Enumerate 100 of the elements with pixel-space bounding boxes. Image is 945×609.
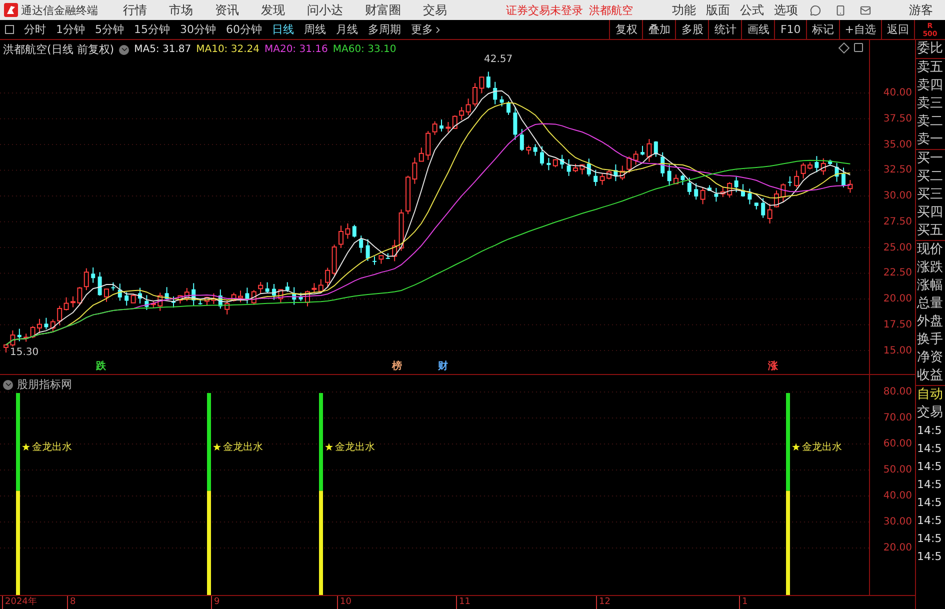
candlestick bbox=[694, 182, 698, 200]
square-icon[interactable] bbox=[854, 43, 864, 52]
period-tab[interactable]: 1分钟 bbox=[51, 22, 90, 37]
menu-item[interactable]: 行情 bbox=[123, 2, 147, 18]
period-tab[interactable]: 更多 bbox=[406, 22, 448, 37]
candlestick bbox=[720, 186, 726, 198]
candlestick bbox=[674, 174, 678, 184]
menu-item[interactable]: 公式 bbox=[740, 2, 764, 18]
candlestick bbox=[741, 184, 745, 198]
signal-label: 金龙出水 bbox=[802, 440, 842, 454]
chart-title: 洪都航空(日线 前复权) bbox=[3, 42, 114, 57]
quote-field-label: 净资 bbox=[916, 349, 944, 367]
candlestick bbox=[406, 175, 410, 215]
menu-item[interactable]: 发现 bbox=[261, 2, 285, 18]
event-marker[interactable]: 财 bbox=[438, 359, 448, 373]
chevron-down-icon[interactable] bbox=[119, 44, 130, 54]
candlestick bbox=[754, 202, 758, 210]
menu-item[interactable]: 问小达 bbox=[307, 2, 343, 18]
candlestick bbox=[640, 145, 644, 156]
axis-tick-label: 15.00 bbox=[883, 345, 912, 356]
candlestick bbox=[118, 283, 122, 302]
stock-name: 洪都航空 bbox=[589, 2, 633, 18]
event-marker[interactable]: 涨 bbox=[768, 359, 778, 373]
period-tab[interactable]: 5分钟 bbox=[90, 22, 129, 37]
quote-field-label: 涨跌 bbox=[916, 259, 944, 277]
period-tab[interactable]: 周线 bbox=[299, 22, 331, 37]
menu-item[interactable]: 交易 bbox=[423, 2, 447, 18]
quote-field-label: 买二 bbox=[916, 168, 944, 186]
quote-field-label: 换手 bbox=[916, 331, 944, 349]
date-axis-label: 9 bbox=[211, 596, 220, 609]
candlestick bbox=[386, 252, 390, 260]
user-label[interactable]: 游客 bbox=[909, 2, 933, 18]
candlestick bbox=[540, 146, 544, 166]
candlestick bbox=[714, 187, 718, 202]
period-tab[interactable]: 分时 bbox=[19, 22, 51, 37]
star-icon bbox=[792, 443, 800, 451]
candlestick bbox=[680, 174, 685, 186]
candlestick bbox=[486, 71, 490, 89]
menu-item[interactable]: 市场 bbox=[169, 2, 193, 18]
candlestick bbox=[708, 184, 712, 192]
candlestick bbox=[285, 282, 290, 292]
panel-toggle-icon[interactable] bbox=[5, 25, 14, 34]
period-tab[interactable]: 30分钟 bbox=[175, 22, 221, 37]
moving-average-value: MA60: 33.10 bbox=[332, 44, 396, 55]
mail-icon[interactable] bbox=[860, 4, 871, 16]
candlestick bbox=[245, 287, 250, 304]
candlestick bbox=[198, 298, 202, 306]
event-marker[interactable]: 榜 bbox=[392, 359, 402, 373]
period-tab[interactable]: 多周期 bbox=[363, 22, 406, 37]
star-icon bbox=[213, 443, 221, 451]
axis-tick-label: 40.00 bbox=[883, 490, 912, 502]
candlestick bbox=[667, 164, 672, 186]
auto-label[interactable]: 自动 bbox=[916, 386, 945, 404]
candlestick bbox=[124, 292, 129, 306]
candlestick bbox=[440, 119, 444, 132]
candlestick bbox=[338, 225, 344, 248]
axis-tick-label: 80.00 bbox=[883, 386, 912, 398]
date-axis-label: 1 bbox=[739, 596, 748, 609]
signal-label: 金龙出水 bbox=[223, 440, 263, 454]
candlestick bbox=[479, 76, 484, 94]
candlestick bbox=[808, 162, 812, 170]
period-tab[interactable]: 日线 bbox=[267, 22, 299, 37]
candlestick bbox=[814, 156, 819, 173]
moving-average-value: MA5: 31.87 bbox=[134, 44, 192, 55]
event-marker[interactable]: 跌 bbox=[96, 359, 106, 373]
period-tab[interactable]: 60分钟 bbox=[221, 22, 267, 37]
menu-item[interactable]: 版面 bbox=[706, 2, 730, 18]
candlestick bbox=[533, 144, 538, 156]
candlestick bbox=[660, 152, 665, 178]
quote-field-label: 委比 bbox=[916, 40, 944, 58]
candlestick bbox=[560, 154, 564, 170]
candlestick bbox=[258, 282, 264, 294]
menu-item[interactable]: 资讯 bbox=[215, 2, 239, 18]
quote-field-label: 现价 bbox=[916, 241, 944, 259]
trade-time: 14:5 bbox=[916, 477, 943, 493]
period-tab[interactable]: 月线 bbox=[331, 22, 363, 37]
candlestick bbox=[493, 81, 498, 105]
chat-bubble-icon[interactable] bbox=[810, 4, 821, 16]
candlestick bbox=[687, 176, 692, 196]
menu-item[interactable]: 财富圈 bbox=[365, 2, 401, 18]
signal-label: 金龙出水 bbox=[335, 440, 375, 454]
trade-time: 14:5 bbox=[916, 531, 943, 547]
candlestick bbox=[104, 288, 109, 302]
candlestick bbox=[372, 256, 376, 266]
quote-field-label: 总量 bbox=[916, 295, 944, 313]
menu-item[interactable]: 功能 bbox=[672, 2, 696, 18]
candlestick bbox=[500, 96, 504, 107]
high-price-label: 42.57 bbox=[484, 54, 513, 65]
candlestick bbox=[172, 296, 176, 308]
date-axis-label: 10 bbox=[337, 596, 352, 609]
quote-field-label: 买三 bbox=[916, 186, 944, 204]
candlestick bbox=[748, 188, 752, 205]
menu-item[interactable]: 选项 bbox=[774, 2, 798, 18]
quote-field-label: 买一 bbox=[916, 150, 944, 168]
chevron-down-icon[interactable] bbox=[3, 380, 13, 390]
phone-icon[interactable] bbox=[835, 4, 846, 16]
quote-field-label: 买五 bbox=[916, 222, 944, 240]
candlestick bbox=[378, 255, 384, 264]
period-tab[interactable]: 15分钟 bbox=[129, 22, 175, 37]
candlestick bbox=[767, 203, 772, 224]
